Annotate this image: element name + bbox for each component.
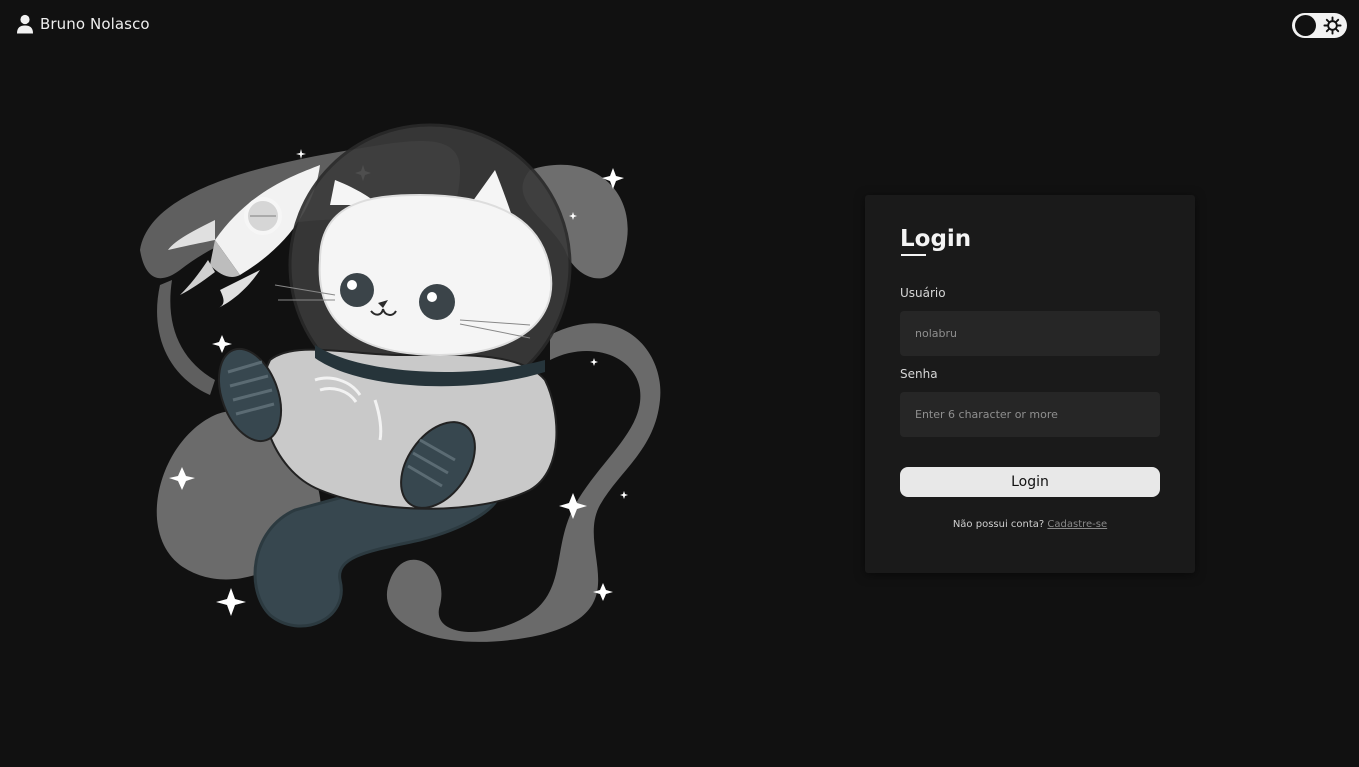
user-profile[interactable]: Bruno Nolasco	[16, 14, 150, 34]
username-label: Usuário	[900, 286, 946, 300]
signup-prompt-row: Não possui conta? Cadastre-se	[865, 519, 1195, 530]
login-card: Login Usuário Senha Login Não possui con…	[865, 195, 1195, 573]
toggle-knob[interactable]	[1295, 15, 1316, 36]
theme-toggle[interactable]	[1292, 13, 1347, 38]
title-underline	[901, 254, 926, 256]
password-label: Senha	[900, 367, 938, 381]
username-input[interactable]	[900, 311, 1160, 356]
password-input[interactable]	[900, 392, 1160, 437]
login-button[interactable]: Login	[900, 467, 1160, 497]
top-bar: Bruno Nolasco	[0, 0, 1359, 52]
login-title: Login	[900, 226, 972, 252]
user-icon	[17, 14, 33, 34]
signup-prompt: Não possui conta?	[952, 519, 1045, 530]
cat-tail	[253, 488, 502, 628]
signup-link[interactable]: Cadastre-se	[1047, 519, 1107, 530]
astronaut-cat-illustration	[140, 123, 661, 642]
user-name: Bruno Nolasco	[40, 15, 150, 33]
sun-icon	[1323, 16, 1342, 35]
